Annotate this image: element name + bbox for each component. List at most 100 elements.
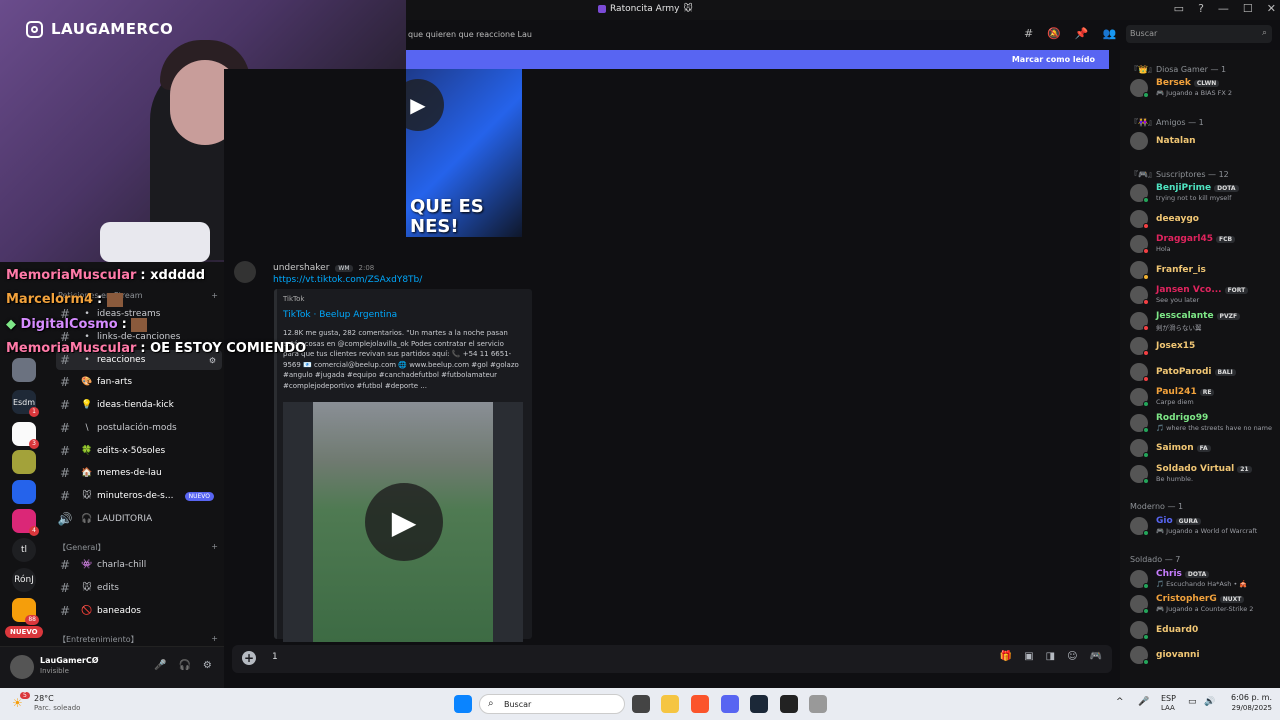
member-item[interactable]: Draggarl45 FCB Hola <box>1130 233 1278 255</box>
discord-icon[interactable] <box>721 695 739 713</box>
channel-item[interactable]: # 🎨 fan-arts <box>56 372 222 392</box>
obs-icon[interactable] <box>780 695 798 713</box>
chevron-up-icon[interactable]: ^ <box>1116 697 1124 707</box>
member-item[interactable]: PatoParodi BALI <box>1130 361 1278 383</box>
member-item[interactable]: Eduard0 <box>1130 619 1278 641</box>
member-item[interactable]: CristopherG NUXT 🎮 Jugando a Counter-Strik… <box>1130 593 1278 615</box>
prev-embed-image[interactable]: ▶ QUE ES NES! <box>406 69 522 237</box>
add-channel-icon[interactable]: + <box>211 542 218 553</box>
clock-time[interactable]: 6:06 p. m. <box>1226 693 1272 702</box>
member-item[interactable]: Franfer_is <box>1130 259 1278 281</box>
member-item[interactable]: Paul241 RE Carpe diem <box>1130 386 1278 408</box>
member-item[interactable]: deeaygo <box>1130 208 1278 230</box>
server-icon[interactable]: RónJ <box>12 568 36 592</box>
channel-item[interactable]: # 💡 ideas-tienda-kick <box>56 395 222 415</box>
server-icon[interactable] <box>12 450 36 474</box>
pin-icon[interactable]: 📌 <box>1075 27 1089 40</box>
play-icon[interactable]: ▶ <box>406 79 444 131</box>
user-name[interactable]: LauGamerCØ <box>40 656 99 665</box>
presence-dot <box>1143 659 1149 665</box>
microphone-icon[interactable]: 🎤 <box>154 660 166 671</box>
member-item[interactable]: Bersek CLWN 🎮 Jugando a BIAS FX 2 <box>1130 77 1278 99</box>
member-item[interactable]: Jesscalante PVZF 剣が滑らない翼 <box>1130 310 1278 332</box>
composer-input[interactable]: 1 <box>272 652 278 662</box>
new-badge[interactable]: NUEVO <box>5 626 43 638</box>
brave-icon[interactable] <box>691 695 709 713</box>
add-channel-icon[interactable]: + <box>211 291 218 300</box>
channel-item[interactable]: # 👾 charla-chill <box>56 555 222 575</box>
minimize-button[interactable]: — <box>1218 2 1229 15</box>
app-icon[interactable] <box>809 695 827 713</box>
play-icon[interactable]: ▶ <box>365 483 443 561</box>
gift-icon[interactable]: 🎁 <box>1000 651 1012 662</box>
server-icon[interactable]: 3 <box>12 422 39 449</box>
channel-item[interactable]: # \ postulación-mods <box>56 418 222 438</box>
volume-icon[interactable]: 🔊 <box>1204 697 1215 707</box>
member-item[interactable]: Chris DOTA 🎵 Escuchando Ha*Ash • 🎪 <box>1130 568 1278 590</box>
close-button[interactable]: ✕ <box>1267 2 1276 15</box>
new-channel-badge: NUEVO <box>184 491 214 501</box>
avatar[interactable] <box>10 655 34 679</box>
taskbar-search[interactable]: ⌕ Buscar <box>479 694 625 714</box>
settings-icon[interactable]: ⚙ <box>209 356 216 365</box>
link-url[interactable]: https://vt.tiktok.com/ZSAxdY8T <box>273 275 414 285</box>
category-entertainment[interactable]: 【Entretenimiento】 + <box>58 634 218 645</box>
member-item[interactable]: Jansen Vco... FORT See you later <box>1130 284 1278 306</box>
member-name: Rodrigo99 <box>1156 413 1208 423</box>
sticker-icon[interactable]: ◨ <box>1046 651 1055 662</box>
members-icon[interactable]: 👥 <box>1103 27 1117 40</box>
server-icon[interactable]: 4 <box>12 509 39 536</box>
search-input[interactable]: Buscar ⌕ <box>1126 25 1272 43</box>
gear-icon[interactable]: ⚙ <box>203 660 212 671</box>
gif-icon[interactable]: ▣ <box>1024 651 1033 662</box>
member-item[interactable]: Josex15 <box>1130 335 1278 357</box>
add-attachment-icon[interactable]: + <box>242 651 256 665</box>
language[interactable]: ESP <box>1161 694 1176 703</box>
link-suffix[interactable]: b/ <box>414 275 423 285</box>
start-icon[interactable] <box>454 695 472 713</box>
member-item[interactable]: Soldado Virtual 21 Be humble. <box>1130 463 1278 485</box>
message-link[interactable]: https://vt.tiktok.com/ZSAxdY8Tb/ <box>273 275 422 285</box>
task-view-icon[interactable] <box>632 695 650 713</box>
voice-channel-item[interactable]: 🔊 🎧 LAUDITORIA <box>56 509 222 529</box>
apps-icon[interactable]: 🎮 <box>1090 651 1102 662</box>
threads-icon[interactable]: # <box>1024 27 1033 40</box>
channel-item[interactable]: # 🐭 minuteros-de-s... NUEVO <box>56 486 222 506</box>
channel-item[interactable]: # 🚫 baneados <box>56 601 222 621</box>
new-messages-banner[interactable]: Marcar como leído <box>406 50 1109 69</box>
channel-item[interactable]: # 🏠 memes-de-lau <box>56 463 222 483</box>
member-item[interactable]: Gio GURA 🎮 Jugando a World of Warcraft <box>1130 515 1278 537</box>
microphone-icon[interactable]: 🎤 <box>1138 697 1149 707</box>
server-icon[interactable] <box>12 480 36 504</box>
member-item[interactable]: Natalan <box>1130 130 1278 152</box>
server-icon[interactable]: Esdm 1 <box>12 390 39 417</box>
headphones-icon[interactable]: 🎧 <box>178 660 190 671</box>
category-general[interactable]: 【General】 + <box>58 542 218 553</box>
member-item[interactable]: Saimon FA <box>1130 437 1278 459</box>
inbox-icon[interactable]: ▭ <box>1174 2 1184 15</box>
server-icon[interactable] <box>12 358 36 382</box>
add-channel-icon[interactable]: + <box>211 634 218 645</box>
steam-icon[interactable] <box>750 695 768 713</box>
channel-item[interactable]: # 🐭 edits <box>56 578 222 598</box>
help-icon[interactable]: ? <box>1198 2 1204 15</box>
member-item[interactable]: Rodrigo99 🎵 where the streets have no nam… <box>1130 412 1278 434</box>
embed-title[interactable]: TikTok · Beelup Argentina <box>283 310 397 320</box>
maximize-button[interactable]: ☐ <box>1243 2 1253 15</box>
channel-item[interactable]: # 🍀 edits-x-50soles <box>56 441 222 461</box>
embed-video[interactable]: ▶ <box>283 402 523 642</box>
avatar[interactable] <box>234 261 256 283</box>
emoji-icon[interactable]: ☺ <box>1067 651 1077 662</box>
message-composer[interactable]: + 1 🎁 ▣ ◨ ☺ 🎮 <box>232 645 1112 673</box>
member-item[interactable]: BenjiPrime DOTA trying not to kill myself <box>1130 182 1278 204</box>
mark-read-button[interactable]: Marcar como leído <box>1012 55 1095 64</box>
member-item[interactable]: giovanni <box>1130 644 1278 666</box>
weather-icon[interactable]: ☀ 5 <box>12 692 30 712</box>
server-icon[interactable]: 88 <box>12 598 39 625</box>
clock-date[interactable]: 29/08/2025 <box>1222 704 1272 712</box>
file-explorer-icon[interactable] <box>661 695 679 713</box>
message-author[interactable]: undershaker <box>273 263 329 273</box>
server-icon[interactable]: tl <box>12 538 36 562</box>
network-icon[interactable]: ▭ <box>1188 697 1197 707</box>
notifications-icon[interactable]: 🔕 <box>1047 27 1061 40</box>
